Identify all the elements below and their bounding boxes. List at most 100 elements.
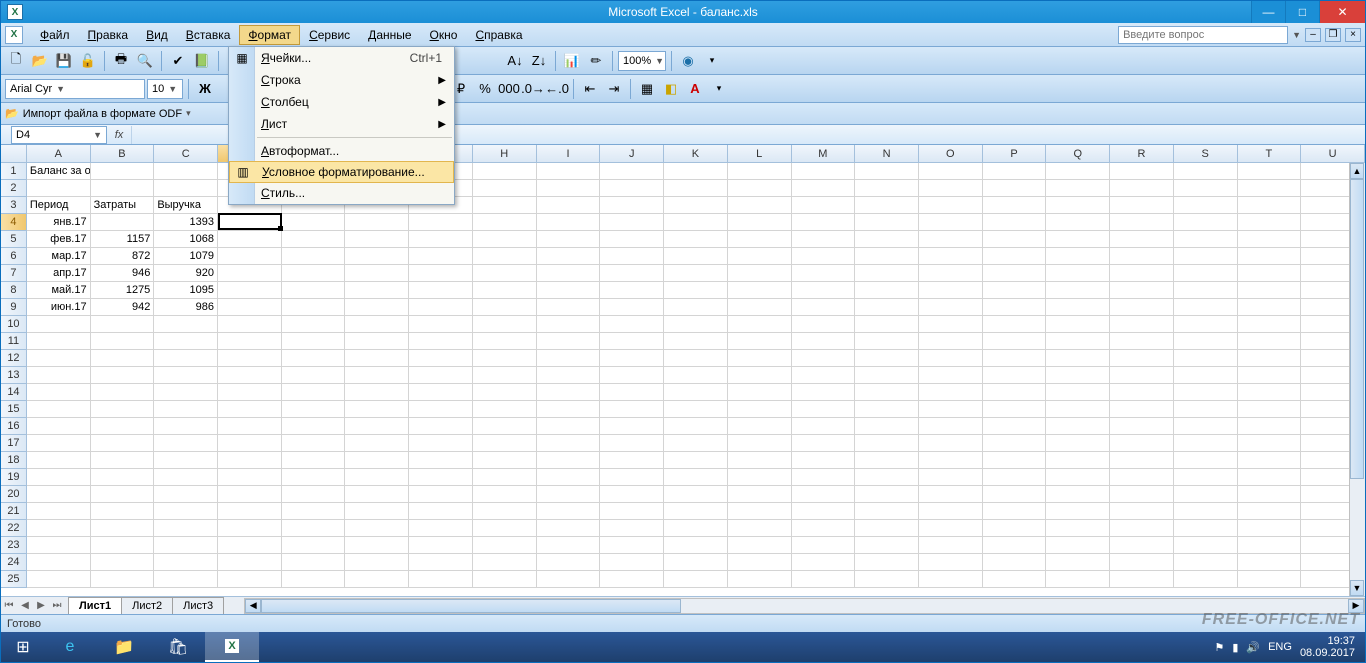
cell[interactable] [409,520,473,537]
cell[interactable] [983,316,1047,333]
borders-icon[interactable]: ▦ [636,78,658,100]
cell[interactable] [1046,180,1110,197]
toolbar-options-icon[interactable]: ▾ [701,50,723,72]
cell[interactable] [473,197,537,214]
column-header[interactable]: N [855,145,919,162]
cell[interactable] [728,316,792,333]
tray-flag-icon[interactable]: ⚑ [1214,641,1224,654]
scroll-thumb[interactable] [1350,179,1364,479]
cell[interactable] [600,214,664,231]
cell[interactable] [473,571,537,588]
row-header[interactable]: 12 [1,350,27,367]
tray-network-icon[interactable]: ▮ [1232,641,1238,654]
cell[interactable] [345,571,409,588]
cell[interactable] [409,435,473,452]
cell[interactable] [855,486,919,503]
cell[interactable] [218,401,282,418]
cell[interactable] [1110,418,1174,435]
cell[interactable] [1238,571,1302,588]
sort-asc-icon[interactable]: A↓ [504,50,526,72]
cell[interactable] [91,316,155,333]
cell[interactable] [537,231,601,248]
cell[interactable]: мар.17 [27,248,91,265]
cell[interactable] [1046,418,1110,435]
cell[interactable] [664,418,728,435]
cell[interactable] [728,571,792,588]
cell[interactable] [1174,452,1238,469]
percent-icon[interactable]: % [474,78,496,100]
cell[interactable] [282,486,346,503]
cell[interactable] [473,316,537,333]
menu-item[interactable]: Стиль... [229,182,454,204]
cell[interactable] [409,214,473,231]
cell[interactable] [600,265,664,282]
cell[interactable] [218,486,282,503]
cell[interactable] [473,401,537,418]
cell[interactable] [600,316,664,333]
cell[interactable] [1110,571,1174,588]
cell[interactable] [345,333,409,350]
cell[interactable] [27,401,91,418]
cell[interactable] [218,418,282,435]
cell[interactable] [537,299,601,316]
cell[interactable] [1110,435,1174,452]
cell[interactable] [792,350,856,367]
cell[interactable] [1110,180,1174,197]
cell[interactable] [728,520,792,537]
cell[interactable] [473,231,537,248]
cell[interactable] [1238,299,1302,316]
cell[interactable] [1110,231,1174,248]
cell[interactable] [473,333,537,350]
cell[interactable] [1046,503,1110,520]
cell[interactable] [792,163,856,180]
cell[interactable] [537,350,601,367]
cell[interactable] [600,520,664,537]
cell[interactable] [218,316,282,333]
column-header[interactable]: J [600,145,664,162]
cell[interactable] [154,469,218,486]
cell[interactable] [1174,367,1238,384]
cell[interactable] [537,401,601,418]
cell[interactable] [282,520,346,537]
cell[interactable] [600,537,664,554]
cell[interactable] [792,418,856,435]
menu-вставка[interactable]: Вставка [177,25,240,45]
cell[interactable] [1174,401,1238,418]
cell[interactable] [1174,265,1238,282]
cell[interactable] [983,231,1047,248]
cell[interactable] [919,214,983,231]
cell[interactable] [728,554,792,571]
comma-icon[interactable]: 000 [498,78,520,100]
cell[interactable] [792,469,856,486]
cell[interactable] [983,248,1047,265]
menu-вид[interactable]: Вид [137,25,177,45]
sheet-tab[interactable]: Лист1 [68,597,122,614]
cell[interactable] [855,554,919,571]
column-header[interactable]: H [473,145,537,162]
cell[interactable] [27,384,91,401]
open-icon[interactable]: 📂 [29,50,51,72]
cell[interactable] [154,435,218,452]
cell[interactable] [154,571,218,588]
cell[interactable] [792,384,856,401]
cell[interactable] [218,214,282,231]
prev-sheet-icon[interactable]: ◀ [17,598,33,614]
folder-open-icon[interactable]: 📂 [5,107,19,120]
cell[interactable] [345,520,409,537]
cell[interactable] [1238,282,1302,299]
cell[interactable] [91,333,155,350]
tray-lang[interactable]: ENG [1268,641,1292,653]
cell[interactable] [855,333,919,350]
cell[interactable] [218,520,282,537]
cell[interactable] [1238,418,1302,435]
cell[interactable] [537,316,601,333]
cell[interactable] [1110,282,1174,299]
cell[interactable] [983,265,1047,282]
cell[interactable]: янв.17 [27,214,91,231]
cell[interactable] [473,469,537,486]
toolbar-options-icon[interactable]: ▾ [186,108,191,119]
cell[interactable] [1110,520,1174,537]
cell[interactable] [983,503,1047,520]
cell[interactable] [855,265,919,282]
cell[interactable]: 1393 [154,214,218,231]
